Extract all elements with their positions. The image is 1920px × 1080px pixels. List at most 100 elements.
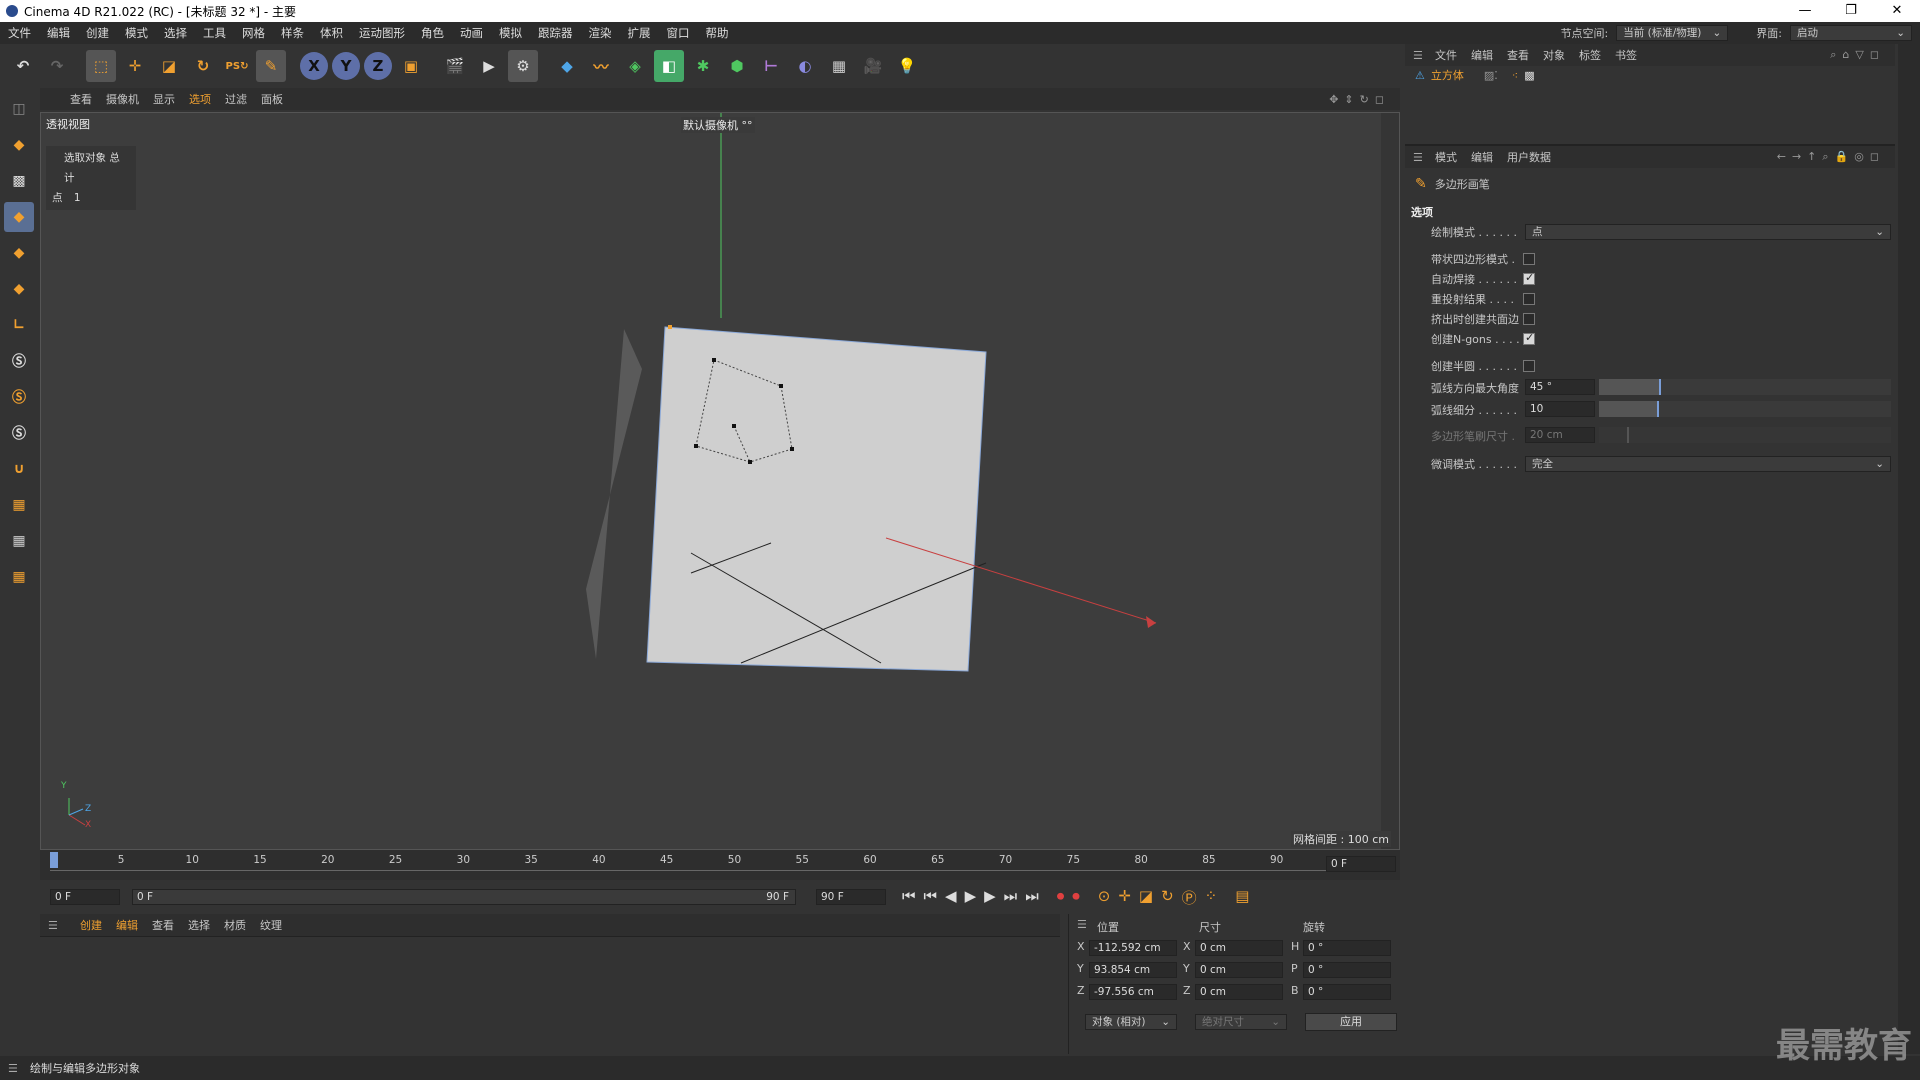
phong-tag-icon[interactable]: ⁖ <box>1512 69 1518 82</box>
position-key-icon[interactable]: ✛ <box>1118 887 1131 908</box>
point-handle[interactable] <box>748 460 752 464</box>
viewport-nav-icons[interactable]: ✥⇕↻◻ <box>1329 93 1390 106</box>
prev-frame-icon[interactable]: ◀ <box>945 887 957 908</box>
texture-mode-icon[interactable]: ▩ <box>4 166 34 196</box>
end-frame-field[interactable]: 90 F <box>816 889 886 905</box>
menu-tools[interactable]: 工具 <box>195 25 234 41</box>
point-handle[interactable] <box>732 424 736 428</box>
next-frame-icon[interactable]: ▶ <box>984 887 996 908</box>
start-frame-field[interactable]: 0 F <box>50 889 120 905</box>
undo-icon[interactable]: ↶ <box>8 50 38 82</box>
render-settings-icon[interactable]: ⚙ <box>508 50 538 82</box>
timeline-ruler[interactable]: 051015202530354045505560657075808590 0 F <box>40 850 1400 880</box>
material-menu-material[interactable]: 材质 <box>224 917 246 933</box>
menu-render[interactable]: 渲染 <box>581 25 620 41</box>
object-menu-bookmarks[interactable]: 书签 <box>1615 47 1637 63</box>
quad-strip-checkbox[interactable] <box>1523 253 1535 265</box>
viewport-menu-options[interactable]: 选项 <box>189 91 211 107</box>
viewport-menu-panel[interactable]: 面板 <box>261 91 283 107</box>
hamburger-icon[interactable]: ☰ <box>1077 918 1087 931</box>
viewport-menu-cameras[interactable]: 摄像机 <box>106 91 139 107</box>
object-menu-objects[interactable]: 对象 <box>1543 47 1565 63</box>
timeline-window-icon[interactable]: ▤ <box>1235 887 1249 908</box>
render-view-icon[interactable]: 🎬 <box>440 50 470 82</box>
semicircle-checkbox[interactable] <box>1523 360 1535 372</box>
goto-end-icon[interactable]: ⏭ <box>1025 887 1039 908</box>
coords-size-mode-dropdown[interactable]: 绝对尺寸 ⌄ <box>1195 1014 1287 1030</box>
hamburger-icon[interactable]: ☰ <box>1413 151 1423 164</box>
scale-key-icon[interactable]: ◪ <box>1139 887 1153 908</box>
menu-window[interactable]: 窗口 <box>659 25 698 41</box>
point-handle[interactable] <box>790 447 794 451</box>
snap-3d-icon[interactable]: Ⓢ <box>4 418 34 448</box>
object-menu-tags[interactable]: 标签 <box>1579 47 1601 63</box>
menu-edit[interactable]: 编辑 <box>39 25 78 41</box>
recent-tools-icon[interactable]: PS↻ <box>222 50 252 82</box>
menu-create[interactable]: 创建 <box>78 25 117 41</box>
object-name[interactable]: 立方体 <box>1431 67 1464 83</box>
point-handle[interactable] <box>694 444 698 448</box>
object-row-cube[interactable]: ⚠ 立方体 ▨⁚ ⁖ ▩ <box>1415 66 1535 84</box>
axis-mode-icon[interactable]: ∟ <box>4 310 34 340</box>
material-menu-select[interactable]: 选择 <box>188 917 210 933</box>
auto-keying-icon[interactable]: ⏺ <box>1072 887 1080 908</box>
keyframe-selection-icon[interactable]: ⊙ <box>1098 887 1111 908</box>
selected-point-handle[interactable] <box>668 325 672 329</box>
brush-size-slider[interactable] <box>1599 427 1891 443</box>
object-manager-tool-icons[interactable]: ⌕⌂▽◻ <box>1830 48 1885 62</box>
hamburger-icon[interactable]: ☰ <box>1413 49 1423 62</box>
viewport-menu-view[interactable]: 查看 <box>70 91 92 107</box>
points-mode-icon[interactable]: ◆ <box>4 202 34 232</box>
next-key-icon[interactable]: ⏭ <box>1004 887 1018 908</box>
camera-icon[interactable]: 🎥 <box>858 50 888 82</box>
attr-nav-icons[interactable]: ←→↑⌕🔒◎◻ <box>1777 150 1885 164</box>
coords-position-field[interactable]: 93.854 cm <box>1089 962 1177 978</box>
field-icon[interactable]: ◐ <box>790 50 820 82</box>
frame-range-slider[interactable]: 0 F 90 F <box>132 889 796 905</box>
current-frame-field[interactable]: 0 F <box>1326 856 1396 872</box>
coords-position-field[interactable]: -97.556 cm <box>1089 984 1177 1000</box>
workplane-icon[interactable]: ▦ <box>4 490 34 520</box>
viewport-menu-filter[interactable]: 过滤 <box>225 91 247 107</box>
floor-icon[interactable]: ▦ <box>824 50 854 82</box>
attr-menu-userdata[interactable]: 用户数据 <box>1507 149 1551 165</box>
menu-simulate[interactable]: 模拟 <box>491 25 530 41</box>
brush-size-field[interactable]: 20 cm <box>1525 427 1595 443</box>
right-tab-strip[interactable] <box>1898 44 1920 1054</box>
snap-icon[interactable]: Ⓢ <box>4 346 34 376</box>
coplanar-edges-checkbox[interactable] <box>1523 313 1535 325</box>
rotation-key-icon[interactable]: ↻ <box>1161 887 1174 908</box>
minimize-button[interactable]: — <box>1782 0 1828 22</box>
scale-icon[interactable]: ◪ <box>154 50 184 82</box>
make-editable-icon[interactable]: ◫ <box>4 94 34 124</box>
redo-icon[interactable]: ↷ <box>42 50 72 82</box>
node-space-dropdown[interactable]: 当前 (标准/物理) ⌄ <box>1616 25 1729 41</box>
tweak-mode-dropdown[interactable]: 完全 ⌄ <box>1525 456 1891 472</box>
object-menu-edit[interactable]: 编辑 <box>1471 47 1493 63</box>
menu-help[interactable]: 帮助 <box>698 25 737 41</box>
material-menu-create[interactable]: 创建 <box>80 917 102 933</box>
hamburger-icon[interactable]: ☰ <box>8 1062 18 1075</box>
coords-rotation-field[interactable]: 0 ° <box>1303 962 1391 978</box>
point-level-key-icon[interactable]: ⁘ <box>1205 887 1218 908</box>
arc-angle-field[interactable]: 45 ° <box>1525 379 1595 395</box>
visibility-toggle-icon[interactable]: ▨⁚ <box>1484 69 1498 82</box>
menu-mesh[interactable]: 网格 <box>234 25 273 41</box>
menu-volume[interactable]: 体积 <box>312 25 351 41</box>
draw-mode-dropdown[interactable]: 点 ⌄ <box>1525 224 1891 240</box>
object-menu-file[interactable]: 文件 <box>1435 47 1457 63</box>
coords-size-field[interactable]: 0 cm <box>1195 962 1283 978</box>
menu-spline[interactable]: 样条 <box>273 25 312 41</box>
attr-menu-mode[interactable]: 模式 <box>1435 149 1457 165</box>
menu-file[interactable]: 文件 <box>0 25 39 41</box>
timeline-playhead[interactable] <box>50 852 58 868</box>
viewport-menu-display[interactable]: 显示 <box>153 91 175 107</box>
camera-label[interactable]: 默认摄像机 °° <box>681 117 755 133</box>
material-menu-view[interactable]: 查看 <box>152 917 174 933</box>
prev-key-icon[interactable]: ⏮ <box>924 887 938 908</box>
menu-tracker[interactable]: 跟踪器 <box>530 25 581 41</box>
material-manager-area[interactable] <box>40 936 1060 1054</box>
material-menu-edit[interactable]: 编辑 <box>116 917 138 933</box>
auto-weld-checkbox[interactable]: ✓ <box>1523 271 1535 285</box>
menu-animate[interactable]: 动画 <box>452 25 491 41</box>
